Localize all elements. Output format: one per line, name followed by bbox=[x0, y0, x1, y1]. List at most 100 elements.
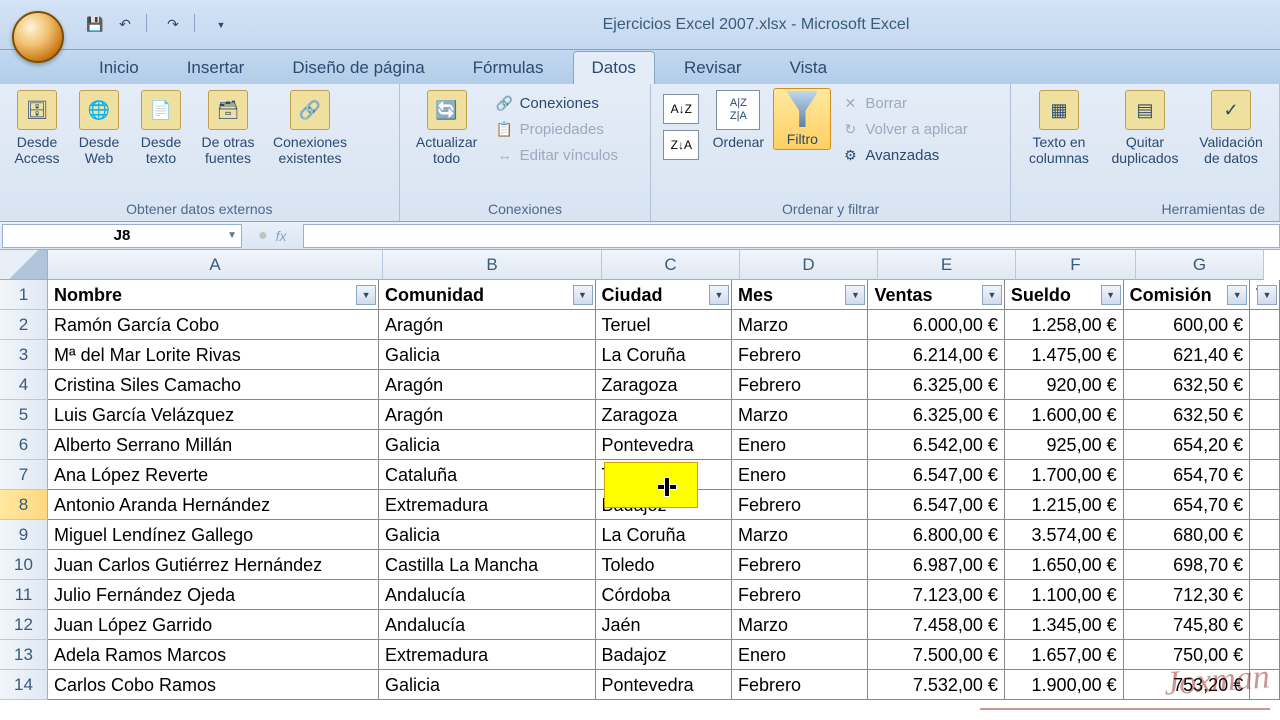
data-cell[interactable]: Enero bbox=[732, 640, 868, 670]
remove-duplicates-button[interactable]: ▤Quitar duplicados bbox=[1103, 88, 1187, 168]
row-header[interactable]: 13 bbox=[0, 640, 48, 670]
data-cell[interactable]: Teruel bbox=[596, 310, 732, 340]
filter-dropdown-button[interactable]: ▼ bbox=[573, 285, 593, 305]
from-access-button[interactable]: 🗄Desde Access bbox=[8, 88, 66, 168]
data-cell[interactable]: Carlos Cobo Ramos bbox=[48, 670, 379, 700]
select-all-button[interactable] bbox=[0, 250, 48, 280]
data-cell[interactable]: 925,00 € bbox=[1005, 430, 1124, 460]
data-cell[interactable] bbox=[1250, 310, 1280, 340]
data-cell[interactable]: Aragón bbox=[379, 310, 595, 340]
dropdown-icon[interactable]: ▼ bbox=[227, 230, 237, 241]
column-header-cell[interactable]: Ventas▼ bbox=[868, 280, 1004, 310]
data-cell[interactable] bbox=[1250, 640, 1280, 670]
data-cell[interactable]: Aragón bbox=[379, 370, 595, 400]
data-validation-button[interactable]: ✓Validación de datos bbox=[1191, 88, 1271, 168]
data-cell[interactable] bbox=[1250, 460, 1280, 490]
data-cell[interactable]: 1.345,00 € bbox=[1005, 610, 1124, 640]
data-cell[interactable]: 745,80 € bbox=[1124, 610, 1251, 640]
tab-revisar[interactable]: Revisar bbox=[665, 51, 761, 84]
data-cell[interactable]: Febrero bbox=[732, 550, 868, 580]
data-cell[interactable]: Tarragona bbox=[596, 460, 732, 490]
data-cell[interactable]: Extremadura bbox=[379, 640, 595, 670]
sort-asc-button[interactable]: A↓Z bbox=[663, 94, 699, 124]
data-cell[interactable]: Luis García Velázquez bbox=[48, 400, 379, 430]
qat-customize-icon[interactable]: ▼ bbox=[210, 14, 232, 36]
data-cell[interactable]: Galicia bbox=[379, 670, 595, 700]
data-cell[interactable]: Badajoz bbox=[596, 490, 732, 520]
data-cell[interactable]: Badajoz bbox=[596, 640, 732, 670]
name-box[interactable]: J8 ▼ bbox=[2, 224, 242, 248]
data-cell[interactable]: La Coruña bbox=[596, 340, 732, 370]
filter-dropdown-button[interactable]: ▼ bbox=[1227, 285, 1247, 305]
col-header-a[interactable]: A bbox=[48, 250, 383, 280]
connections-button[interactable]: 🔗Conexiones bbox=[492, 92, 622, 114]
row-header[interactable]: 12 bbox=[0, 610, 48, 640]
data-cell[interactable]: Ramón García Cobo bbox=[48, 310, 379, 340]
filter-dropdown-button[interactable]: ▼ bbox=[356, 285, 376, 305]
data-cell[interactable]: 3.574,00 € bbox=[1005, 520, 1124, 550]
data-cell[interactable]: Antonio Aranda Hernández bbox=[48, 490, 379, 520]
tab-insertar[interactable]: Insertar bbox=[168, 51, 264, 84]
data-cell[interactable]: Cristina Siles Camacho bbox=[48, 370, 379, 400]
existing-connections-button[interactable]: 🔗Conexiones existentes bbox=[266, 88, 354, 168]
col-header-g[interactable]: G bbox=[1136, 250, 1264, 280]
data-cell[interactable]: Julio Fernández Ojeda bbox=[48, 580, 379, 610]
data-cell[interactable]: Cataluña bbox=[379, 460, 595, 490]
data-cell[interactable]: 1.650,00 € bbox=[1005, 550, 1124, 580]
data-cell[interactable] bbox=[1250, 610, 1280, 640]
data-cell[interactable]: 7.532,00 € bbox=[868, 670, 1004, 700]
data-cell[interactable]: Febrero bbox=[732, 490, 868, 520]
data-cell[interactable]: 632,50 € bbox=[1124, 370, 1251, 400]
filter-dropdown-button[interactable]: ▼ bbox=[709, 285, 729, 305]
data-cell[interactable]: 1.100,00 € bbox=[1005, 580, 1124, 610]
column-header-cell[interactable]: Sueldo▼ bbox=[1005, 280, 1124, 310]
data-cell[interactable]: 1.600,00 € bbox=[1005, 400, 1124, 430]
from-other-sources-button[interactable]: 🗃De otras fuentes bbox=[194, 88, 262, 168]
data-cell[interactable]: 698,70 € bbox=[1124, 550, 1251, 580]
data-cell[interactable]: Aragón bbox=[379, 400, 595, 430]
column-header-cell[interactable]: Comisión▼ bbox=[1124, 280, 1251, 310]
save-icon[interactable]: 💾 bbox=[84, 14, 106, 36]
data-cell[interactable]: Juan Carlos Gutiérrez Hernández bbox=[48, 550, 379, 580]
data-cell[interactable]: Marzo bbox=[732, 310, 868, 340]
advanced-filter-button[interactable]: ⚙Avanzadas bbox=[837, 144, 972, 166]
data-cell[interactable]: 750,00 € bbox=[1124, 640, 1251, 670]
data-cell[interactable]: Extremadura bbox=[379, 490, 595, 520]
row-header[interactable]: 14 bbox=[0, 670, 48, 700]
from-web-button[interactable]: 🌐Desde Web bbox=[70, 88, 128, 168]
row-header[interactable]: 10 bbox=[0, 550, 48, 580]
data-cell[interactable]: 6.325,00 € bbox=[868, 400, 1004, 430]
column-header-cell[interactable]: T▼ bbox=[1250, 280, 1280, 310]
data-cell[interactable]: 1.215,00 € bbox=[1005, 490, 1124, 520]
data-cell[interactable]: Marzo bbox=[732, 520, 868, 550]
tab-diseno[interactable]: Diseño de página bbox=[273, 51, 443, 84]
data-cell[interactable]: 6.547,00 € bbox=[868, 490, 1004, 520]
data-cell[interactable]: Andalucía bbox=[379, 610, 595, 640]
col-header-b[interactable]: B bbox=[383, 250, 602, 280]
refresh-all-button[interactable]: 🔄Actualizar todo bbox=[408, 88, 486, 168]
data-cell[interactable] bbox=[1250, 400, 1280, 430]
data-cell[interactable] bbox=[1250, 670, 1280, 700]
data-cell[interactable]: 680,00 € bbox=[1124, 520, 1251, 550]
data-cell[interactable]: Jaén bbox=[596, 610, 732, 640]
filter-dropdown-button[interactable]: ▼ bbox=[982, 285, 1002, 305]
data-cell[interactable]: Miguel Lendínez Gallego bbox=[48, 520, 379, 550]
data-cell[interactable]: 632,50 € bbox=[1124, 400, 1251, 430]
data-cell[interactable]: 1.475,00 € bbox=[1005, 340, 1124, 370]
data-cell[interactable]: 6.000,00 € bbox=[868, 310, 1004, 340]
row-header[interactable]: 9 bbox=[0, 520, 48, 550]
data-cell[interactable]: 6.325,00 € bbox=[868, 370, 1004, 400]
column-header-cell[interactable]: Mes▼ bbox=[732, 280, 868, 310]
data-cell[interactable]: 1.700,00 € bbox=[1005, 460, 1124, 490]
data-cell[interactable]: Juan López Garrido bbox=[48, 610, 379, 640]
data-cell[interactable]: Enero bbox=[732, 430, 868, 460]
data-cell[interactable]: Córdoba bbox=[596, 580, 732, 610]
from-text-button[interactable]: 📄Desde texto bbox=[132, 88, 190, 168]
data-cell[interactable]: 6.542,00 € bbox=[868, 430, 1004, 460]
sort-desc-button[interactable]: Z↓A bbox=[663, 130, 699, 160]
data-cell[interactable] bbox=[1250, 370, 1280, 400]
data-cell[interactable]: 621,40 € bbox=[1124, 340, 1251, 370]
column-header-cell[interactable]: Nombre▼ bbox=[48, 280, 379, 310]
data-cell[interactable]: Mª del Mar Lorite Rivas bbox=[48, 340, 379, 370]
data-cell[interactable]: Marzo bbox=[732, 610, 868, 640]
